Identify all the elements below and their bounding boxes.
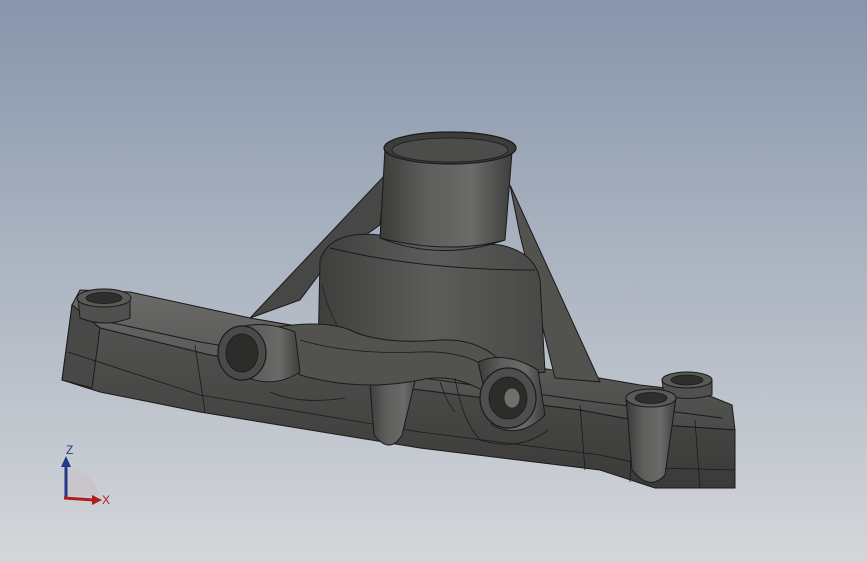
graphics-viewport[interactable]: Z X (0, 0, 867, 562)
triad-plane (64, 468, 98, 496)
triad-z-label: Z (66, 443, 73, 457)
z-arrow-icon (61, 456, 71, 467)
coordinate-triad[interactable]: Z X (52, 440, 116, 512)
x-arrow-icon (92, 495, 102, 505)
cad-part-model[interactable] (0, 0, 867, 562)
triad-x-label: X (102, 493, 110, 507)
triad-x-axis (63, 496, 95, 502)
